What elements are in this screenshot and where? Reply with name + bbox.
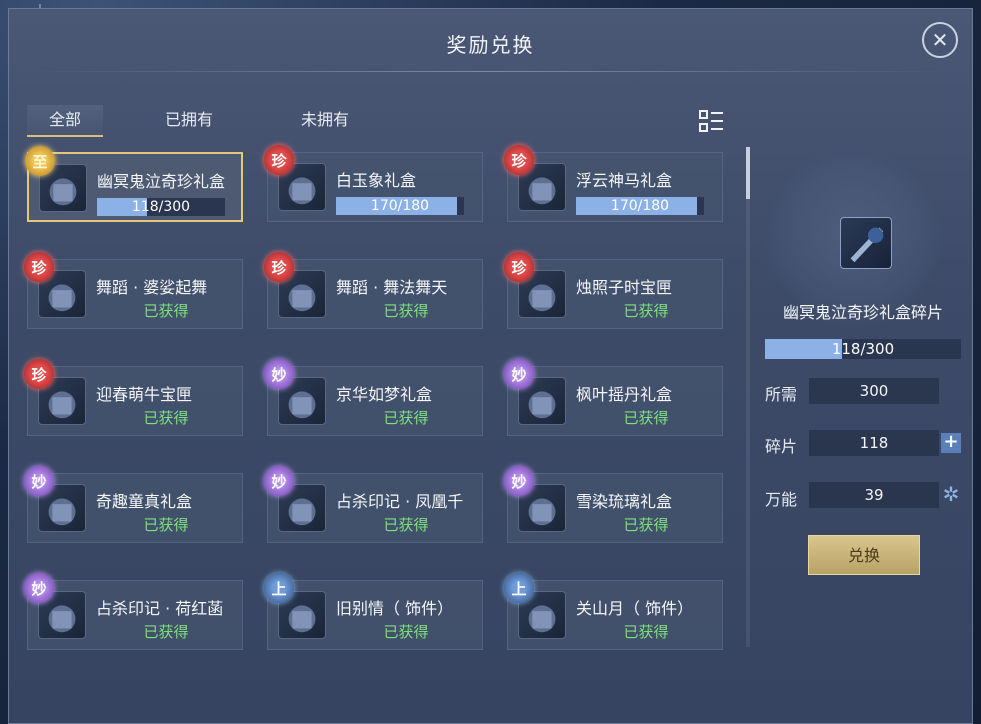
obtained-status: 已获得: [383, 409, 429, 427]
rarity-badge: 珍: [504, 145, 534, 175]
reward-card[interactable]: 至幽冥鬼泣奇珍礼盒 118/300: [25, 146, 243, 222]
reward-name: 烛照子时宝匣: [576, 278, 673, 297]
obtained-status: 已获得: [143, 516, 189, 534]
reward-card[interactable]: 妙奇趣童真礼盒已获得: [24, 466, 243, 543]
close-icon: ✕: [931, 28, 949, 52]
exchange-button[interactable]: 兑换: [808, 535, 920, 575]
obtained-status: 已获得: [623, 409, 669, 427]
reward-card[interactable]: 珍舞蹈 · 舞法舞天已获得: [264, 252, 483, 329]
filter-list-icon[interactable]: [697, 107, 725, 135]
obtained-status: 已获得: [623, 623, 669, 641]
obtained-status: 已获得: [383, 516, 429, 534]
reward-name: 枫叶摇丹礼盒: [576, 385, 673, 404]
rarity-badge: 上: [264, 573, 294, 603]
rarity-badge: 至: [25, 146, 55, 176]
plus-icon: +: [943, 431, 959, 452]
rarity-badge: 珍: [24, 252, 54, 282]
reward-progress: 118/300: [97, 198, 225, 216]
rarity-badge: 珍: [264, 252, 294, 282]
reward-name: 占杀印记 · 凤凰千: [336, 492, 464, 511]
reward-name: 白玉象礼盒: [336, 171, 417, 190]
reward-name: 关山月（ 饰件）: [576, 599, 694, 618]
reward-name: 雪染琉璃礼盒: [576, 492, 673, 511]
rarity-badge: 妙: [264, 466, 294, 496]
reward-progress: 170/180: [576, 197, 704, 215]
reward-name: 占杀印记 · 荷红菡: [96, 599, 224, 618]
progress-text: 118/300: [131, 199, 191, 215]
reward-card[interactable]: 妙占杀印记 · 凤凰千已获得: [264, 466, 483, 543]
reward-name: 舞蹈 · 舞法舞天: [336, 278, 448, 297]
rarity-badge: 妙: [504, 359, 534, 389]
universal-value: 39: [809, 482, 939, 508]
required-label: 所需: [765, 385, 798, 404]
obtained-status: 已获得: [143, 623, 189, 641]
selected-item-progress: 118/300: [765, 339, 961, 359]
reward-name: 迎春萌牛宝匣: [96, 385, 193, 404]
reward-card[interactable]: 珍舞蹈 · 婆娑起舞已获得: [24, 252, 243, 329]
reward-card[interactable]: 妙京华如梦礼盒已获得: [264, 359, 483, 436]
tab-all[interactable]: 全部: [27, 105, 103, 137]
rarity-badge: 上: [504, 573, 534, 603]
obtained-status: 已获得: [143, 302, 189, 320]
add-fragments-button[interactable]: +: [941, 433, 961, 453]
rarity-badge: 妙: [264, 359, 294, 389]
reward-card[interactable]: 上关山月（ 饰件） 已获得: [504, 573, 723, 650]
reward-name: 旧别情（ 饰件）: [336, 599, 454, 618]
progress-text: 170/180: [370, 198, 430, 214]
required-value: 300: [809, 378, 939, 404]
universal-label: 万能: [765, 490, 798, 509]
window-title: 奖励兑换: [446, 33, 535, 57]
rarity-badge: 珍: [504, 252, 534, 282]
tab-owned[interactable]: 已拥有: [151, 105, 227, 137]
reward-name: 奇趣童真礼盒: [96, 492, 193, 511]
title-divider: [29, 71, 952, 72]
reward-card[interactable]: 妙占杀印记 · 荷红菡已获得: [24, 573, 243, 650]
progress-text: 170/180: [610, 198, 670, 214]
progress-text: 118/300: [831, 340, 895, 358]
reward-name: 浮云神马礼盒: [576, 171, 673, 190]
fragments-value: 118: [809, 430, 939, 456]
scrollbar-thumb[interactable]: [746, 147, 750, 199]
obtained-status: 已获得: [383, 623, 429, 641]
reward-card[interactable]: 珍白玉象礼盒 170/180: [264, 145, 483, 222]
rarity-badge: 妙: [504, 466, 534, 496]
reward-card[interactable]: 珍迎春萌牛宝匣已获得: [24, 359, 243, 436]
obtained-status: 已获得: [623, 516, 669, 534]
obtained-status: 已获得: [623, 302, 669, 320]
fragments-label: 碎片: [765, 437, 798, 456]
scrollbar[interactable]: [746, 147, 750, 647]
reward-progress: 170/180: [336, 197, 464, 215]
rarity-badge: 珍: [264, 145, 294, 175]
obtained-status: 已获得: [383, 302, 429, 320]
rarity-badge: 妙: [24, 466, 54, 496]
rarity-badge: 珍: [24, 359, 54, 389]
tab-bar: 全部 已拥有 未拥有: [27, 105, 727, 137]
reward-name: 幽冥鬼泣奇珍礼盒: [97, 172, 226, 191]
tab-not-owned[interactable]: 未拥有: [287, 105, 363, 137]
close-button[interactable]: ✕: [922, 22, 958, 58]
reward-card[interactable]: 妙雪染琉璃礼盒已获得: [504, 466, 723, 543]
reward-card[interactable]: 珍烛照子时宝匣已获得: [504, 252, 723, 329]
reward-card[interactable]: 妙枫叶摇丹礼盒已获得: [504, 359, 723, 436]
reward-card[interactable]: 珍浮云神马礼盒 170/180: [504, 145, 723, 222]
selected-item-icon: [840, 217, 892, 269]
reward-grid: 至幽冥鬼泣奇珍礼盒 118/300 珍白玉象礼盒 170/180 珍浮云神马礼盒 170/…: [24, 145, 727, 652]
reward-name: 舞蹈 · 婆娑起舞: [96, 278, 208, 297]
snowflake-icon[interactable]: ✲: [939, 482, 963, 506]
rarity-badge: 妙: [24, 573, 54, 603]
reward-card[interactable]: 上旧别情（ 饰件） 已获得: [264, 573, 483, 650]
detail-panel: 幽冥鬼泣奇珍礼盒碎片 118/300 所需 300 碎片 118 + 万能 39…: [757, 149, 977, 649]
selected-item-name: 幽冥鬼泣奇珍礼盒碎片: [782, 303, 943, 322]
reward-exchange-panel: 奖励兑换 ✕ 全部 已拥有 未拥有 至幽冥鬼泣奇珍礼盒 118/300 珍白玉象礼盒…: [8, 8, 973, 724]
reward-name: 京华如梦礼盒: [336, 385, 433, 404]
obtained-status: 已获得: [143, 409, 189, 427]
